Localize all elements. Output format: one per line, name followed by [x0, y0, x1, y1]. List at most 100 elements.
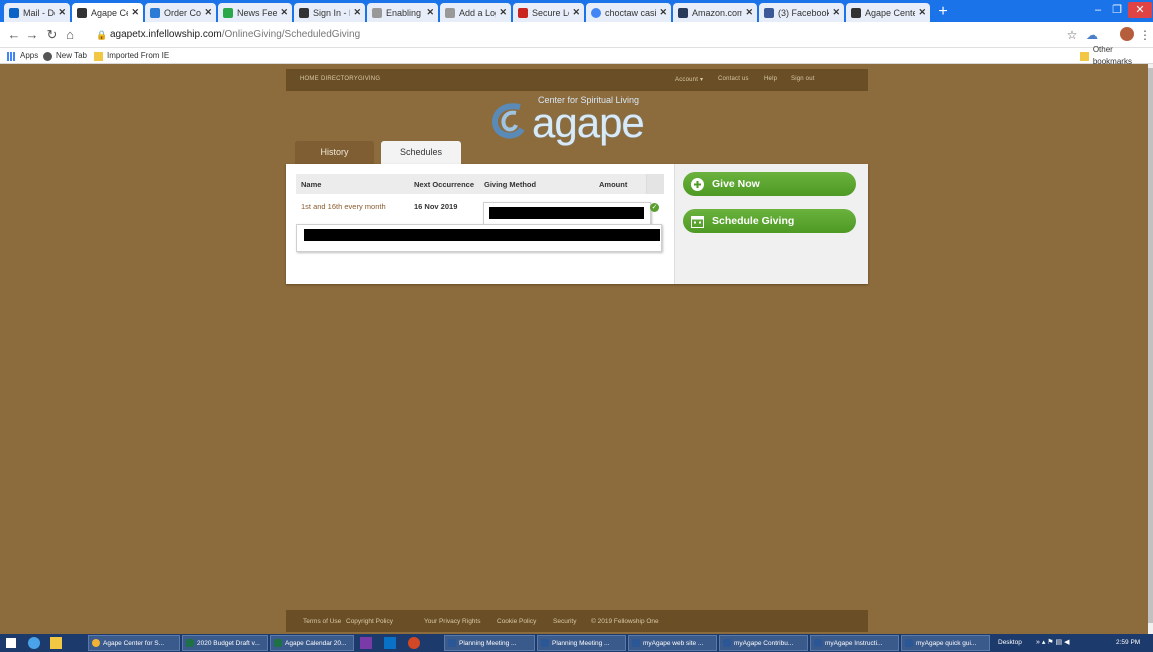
other-bookmarks-folder[interactable]: Other bookmarks — [1080, 45, 1153, 66]
page-background: HOME DIRECTORY GIVING Account ▾ Contact … — [0, 64, 1148, 634]
back-arrow-icon[interactable]: ← — [6, 26, 22, 44]
imported-bookmark-folder[interactable]: Imported From IE — [94, 50, 169, 62]
browser-toolbar: ← → ↻ ⌂ 🔒 agapetx.infellowship.com/Online… — [0, 22, 1153, 48]
nav-giving-link[interactable]: GIVING — [358, 76, 380, 82]
close-tab-icon[interactable]: ✕ — [353, 7, 361, 18]
nav-home-link[interactable]: HOME — [300, 76, 319, 82]
taskbar-item[interactable]: Agape Calendar 20... — [270, 635, 354, 651]
restore-icon[interactable]: ❐ — [1108, 2, 1126, 18]
browser-tab-strip: Mail - Deb Lit✕ Agape Center✕ Order Conf… — [0, 0, 1153, 22]
desktop-toolbar[interactable]: Desktop — [998, 639, 1022, 646]
close-tab-icon[interactable]: ✕ — [918, 7, 926, 18]
close-tab-icon[interactable]: ✕ — [204, 7, 212, 18]
close-tab-icon[interactable]: ✕ — [499, 7, 507, 18]
menu-icon[interactable]: ⋮ — [1137, 26, 1153, 44]
footer-terms-link[interactable]: Terms of Use — [303, 618, 341, 625]
redaction-bar — [304, 229, 660, 241]
close-tab-icon[interactable]: ✕ — [426, 7, 434, 18]
footer-security-link[interactable]: Security — [553, 618, 576, 625]
taskbar-item[interactable]: myAgape web site ... — [628, 635, 717, 651]
tab-history[interactable]: History — [295, 141, 374, 164]
browser-tab[interactable]: Add a Logo to✕ — [440, 3, 511, 22]
news-icon — [223, 7, 233, 18]
google-icon — [591, 7, 601, 18]
nav-help-link[interactable]: Help — [764, 76, 777, 82]
logo-wordmark: agape — [532, 99, 645, 146]
browser-tab[interactable]: Mail - Deb Lit✕ — [4, 3, 70, 22]
redaction-bar — [489, 207, 644, 219]
browser-tab[interactable]: (3) Facebook ✕ — [759, 3, 844, 22]
browser-tab[interactable]: News Feed —✕ — [218, 3, 292, 22]
forward-arrow-icon[interactable]: → — [24, 26, 40, 44]
plus-circle-icon — [691, 178, 704, 191]
taskbar-item[interactable]: Agape Center for S... — [88, 635, 180, 651]
globe-icon — [43, 51, 52, 61]
apps-bookmark[interactable]: Apps — [7, 50, 38, 62]
star-icon[interactable]: ☆ — [1064, 26, 1080, 44]
reload-icon[interactable]: ↻ — [44, 26, 60, 44]
browser-tab[interactable]: Secure Log Of✕ — [513, 3, 584, 22]
agape-logo: Center for Spiritual Living agape — [490, 93, 666, 146]
close-tab-icon[interactable]: ✕ — [659, 7, 667, 18]
extension-icon[interactable]: ☁ — [1084, 26, 1100, 44]
tab-schedules[interactable]: Schedules — [381, 141, 461, 164]
browser-tab-active[interactable]: Agape Center✕ — [72, 3, 143, 22]
home-icon[interactable]: ⌂ — [62, 26, 78, 44]
address-bar[interactable]: 🔒 agapetx.infellowship.com/OnlineGiving/S… — [96, 25, 1056, 45]
nav-account-menu[interactable]: Account ▾ — [675, 76, 703, 83]
nav-directory-link[interactable]: DIRECTORY — [321, 76, 358, 82]
browser-tab[interactable]: Enabling Onlin✕ — [367, 3, 438, 22]
word-icon — [448, 639, 456, 647]
footer-privacy-link[interactable]: Your Privacy Rights — [424, 618, 480, 625]
give-now-button[interactable]: Give Now — [683, 172, 856, 196]
doc-icon — [150, 7, 160, 18]
schedule-name-link[interactable]: 1st and 16th every month — [301, 202, 386, 211]
secure-icon — [518, 7, 528, 18]
page-icon — [372, 7, 382, 18]
new-tab-bookmark[interactable]: New Tab — [43, 50, 87, 62]
close-tab-icon[interactable]: ✕ — [280, 7, 288, 18]
taskbar-item[interactable]: Planning Meeting ... — [537, 635, 626, 651]
nav-contact-link[interactable]: Contact us — [718, 76, 749, 82]
profile-avatar[interactable] — [1120, 27, 1134, 41]
close-tab-icon[interactable]: ✕ — [745, 7, 753, 18]
col-name: Name — [301, 180, 322, 189]
taskbar-item[interactable]: myAgape quick gui... — [901, 635, 990, 651]
footer-copyright-link[interactable]: Copyright Policy — [346, 618, 393, 625]
footer-cookie-link[interactable]: Cookie Policy — [497, 618, 536, 625]
outlook-icon[interactable] — [384, 637, 396, 649]
close-tab-icon[interactable]: ✕ — [58, 7, 66, 18]
close-window-icon[interactable]: ✕ — [1128, 2, 1152, 18]
site-footer: Terms of Use Copyright Policy Your Priva… — [286, 610, 868, 632]
taskbar-item[interactable]: 2020 Budget Draft v... — [182, 635, 268, 651]
browser-tab[interactable]: Amazon.com ✕ — [673, 3, 757, 22]
scrollbar-thumb[interactable] — [1148, 68, 1153, 623]
ie-icon[interactable] — [28, 637, 40, 649]
onenote-icon[interactable] — [360, 637, 372, 649]
word-icon — [723, 639, 731, 647]
browser-tab[interactable]: Sign In - Fello✕ — [294, 3, 365, 22]
minimize-icon[interactable]: – — [1088, 2, 1108, 18]
system-tray-icons[interactable]: » ▴ ⚑ ▤ ◀ — [1036, 638, 1069, 646]
powerpoint-icon[interactable] — [408, 637, 420, 649]
clock[interactable]: 2:59 PM — [1116, 639, 1140, 646]
nav-signout-link[interactable]: Sign out — [791, 76, 815, 82]
taskbar-item[interactable]: myAgape Contribu... — [719, 635, 808, 651]
browser-tab[interactable]: Order Confirm✕ — [145, 3, 216, 22]
close-tab-icon[interactable]: ✕ — [572, 7, 580, 18]
browser-tab[interactable]: Agape Center ✕ — [846, 3, 930, 22]
close-tab-icon[interactable]: ✕ — [131, 7, 139, 18]
amazon-icon — [678, 7, 688, 18]
windows-start-icon[interactable] — [6, 638, 16, 648]
browser-tab[interactable]: choctaw casin ✕ — [586, 3, 671, 22]
close-tab-icon[interactable]: ✕ — [832, 7, 840, 18]
file-explorer-icon[interactable] — [50, 637, 62, 649]
taskbar-item[interactable]: Planning Meeting ... — [444, 635, 535, 651]
header-end-cell — [646, 174, 664, 194]
schedule-giving-button[interactable]: Schedule Giving — [683, 209, 856, 233]
page-scrollbar[interactable] — [1148, 64, 1153, 634]
taskbar-item[interactable]: myAgape Instructi... — [810, 635, 899, 651]
bookmarks-bar: Apps New Tab Imported From IE Other book… — [0, 45, 1153, 66]
word-icon — [632, 639, 640, 647]
new-tab-button[interactable]: + — [934, 3, 952, 20]
